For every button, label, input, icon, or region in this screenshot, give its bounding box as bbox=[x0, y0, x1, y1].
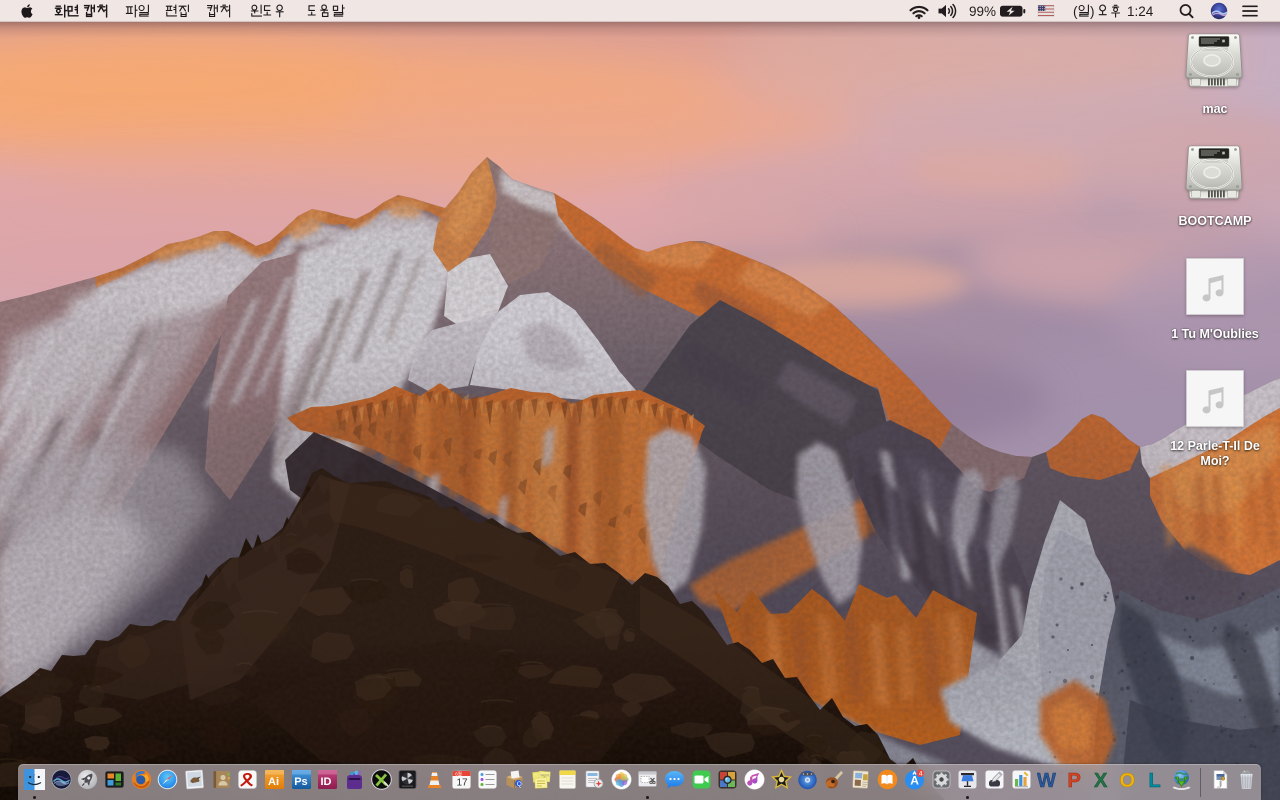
svg-text:99%: 99% bbox=[969, 4, 996, 19]
svg-text:W: W bbox=[1037, 770, 1056, 790]
svg-text:Mgmt: Mgmt bbox=[540, 774, 549, 778]
svg-text:6월: 6월 bbox=[455, 770, 462, 777]
svg-text:ID: ID bbox=[321, 776, 332, 788]
svg-text:17: 17 bbox=[456, 778, 468, 789]
svg-text:(: ( bbox=[1073, 4, 1078, 19]
svg-text:zip: zip bbox=[1217, 785, 1221, 789]
svg-text:X: X bbox=[1094, 770, 1108, 790]
svg-text:O: O bbox=[1120, 770, 1136, 790]
svg-text:Q: Q bbox=[517, 781, 522, 788]
svg-text:): ) bbox=[1090, 4, 1095, 19]
svg-text:L: L bbox=[1148, 770, 1160, 790]
svg-text:Ps: Ps bbox=[294, 776, 307, 788]
svg-text:1:24: 1:24 bbox=[1127, 4, 1154, 19]
svg-text:4: 4 bbox=[919, 771, 923, 778]
svg-text:P: P bbox=[1067, 770, 1080, 790]
svg-text:Ai: Ai bbox=[268, 776, 279, 788]
